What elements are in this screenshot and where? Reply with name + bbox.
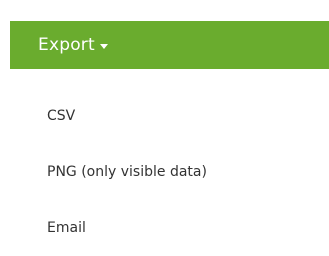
export-label: Export [38, 35, 95, 55]
export-dropdown-button[interactable]: Export [10, 21, 329, 69]
menu-item-csv[interactable]: CSV [47, 108, 75, 124]
menu-item-email[interactable]: Email [47, 220, 86, 236]
menu-item-png[interactable]: PNG (only visible data) [47, 164, 207, 180]
caret-down-icon [99, 43, 108, 49]
